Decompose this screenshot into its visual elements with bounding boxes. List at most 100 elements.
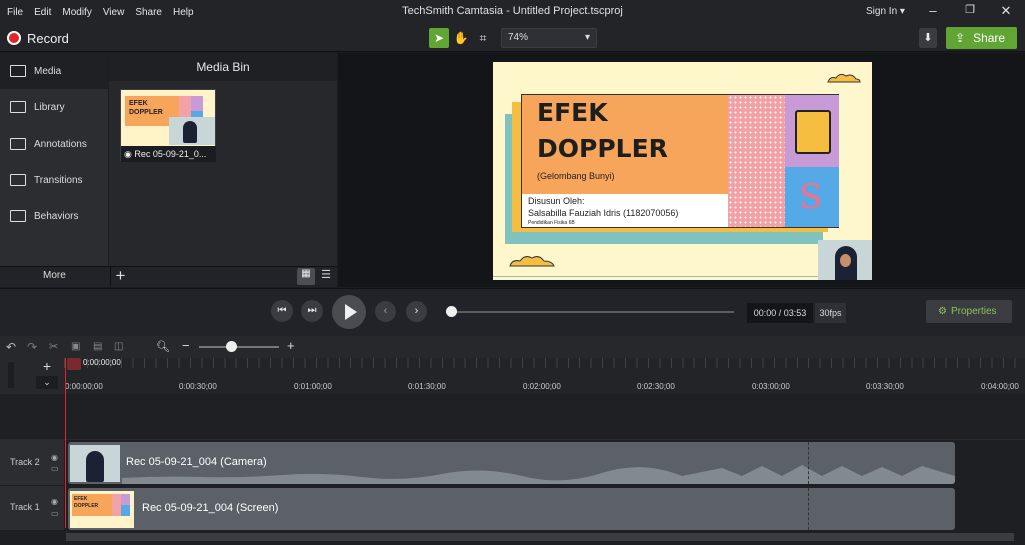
lock-icon[interactable]: ▭ <box>51 509 59 518</box>
search-icon[interactable]: 🔍︎ <box>156 340 170 353</box>
properties-label: Properties <box>950 306 997 317</box>
menu-modify[interactable]: Modify <box>62 7 91 18</box>
zoom-out-icon[interactable]: − <box>182 338 190 353</box>
sidebar-item-behaviors[interactable]: Behaviors <box>0 198 108 234</box>
scrub-handle[interactable] <box>446 306 457 317</box>
cloud-icon <box>827 73 861 83</box>
split-icon[interactable]: ◫ <box>114 341 123 352</box>
thumb-blue-panel <box>121 505 130 516</box>
grid-view-icon[interactable]: ▦ <box>297 268 315 285</box>
select-tool-icon[interactable]: ➤ <box>429 28 449 48</box>
webcam-overlay[interactable] <box>818 240 872 280</box>
zoom-slider-track[interactable] <box>199 346 279 348</box>
more-button[interactable]: More <box>43 270 66 281</box>
redo-icon[interactable]: ↷ <box>27 340 37 354</box>
zoom-select[interactable]: 74% ▾ <box>501 28 597 48</box>
play-button[interactable] <box>332 295 366 329</box>
eye-icon[interactable]: ◉ <box>51 453 58 462</box>
menu-edit[interactable]: Edit <box>34 7 51 18</box>
ruler-label: 0:03:30;00 <box>866 382 904 391</box>
empty-track <box>0 394 1025 440</box>
gear-icon: ⚙ <box>938 306 947 317</box>
chevron-down-icon[interactable]: ⌄ <box>36 376 58 389</box>
playhead-line <box>65 358 66 528</box>
chevron-down-icon: ▾ <box>899 6 905 17</box>
list-view-icon[interactable]: ☰ <box>318 268 334 285</box>
fps-display: 30fps <box>815 303 846 323</box>
ruler-label: 0:01:30;00 <box>408 382 446 391</box>
pan-tool-icon[interactable]: ✋ <box>451 28 471 48</box>
undo-icon[interactable]: ↶ <box>6 340 16 354</box>
record-icon[interactable] <box>7 31 21 45</box>
sidebar-item-label: Transitions <box>34 174 83 186</box>
clip-marker <box>808 488 809 530</box>
add-icon[interactable]: + <box>110 266 130 286</box>
share-button[interactable]: ⇪ Share <box>946 27 1017 49</box>
zoom-slider-handle[interactable] <box>226 341 237 352</box>
screen-clip[interactable]: EFEK DOPPLER Rec 05-09-21_004 (Screen) <box>68 488 955 530</box>
previous-marker-icon[interactable]: ‹ <box>375 301 396 322</box>
playhead-handle[interactable] <box>67 358 81 370</box>
close-icon[interactable]: ✕ <box>996 3 1016 21</box>
step-back-icon[interactable]: ⏮ <box>271 300 293 322</box>
timeline-scrollbar[interactable] <box>66 533 1014 541</box>
slide-bottom-line <box>493 276 872 277</box>
record-button[interactable]: Record <box>27 31 69 46</box>
signin-button[interactable]: Sign In ▾ <box>866 6 905 17</box>
media-item-label: ◉ Rec 05-09-21_0... <box>121 146 216 162</box>
sidebar-item-library[interactable]: Library <box>0 89 108 125</box>
letter-s-icon: S <box>799 177 823 217</box>
crop-tool-icon[interactable]: ⌗ <box>473 28 493 48</box>
time-display: 00:00 / 03:53 <box>747 303 813 323</box>
scrub-track[interactable] <box>450 311 734 313</box>
playhead-time: 0:00:00;00 <box>83 358 121 367</box>
ruler-label: 0:03:00;00 <box>752 382 790 391</box>
restore-icon[interactable]: ❐ <box>960 3 980 21</box>
copy-icon[interactable]: ▣ <box>71 341 80 352</box>
sidebar-item-annotations[interactable]: Annotations <box>0 126 108 162</box>
zoom-value: 74% <box>508 32 529 43</box>
menu-file[interactable]: File <box>7 7 23 18</box>
menu-view[interactable]: View <box>103 7 125 18</box>
ruler-ticks <box>64 358 1025 368</box>
person-face <box>840 254 851 267</box>
sidebar-item-media[interactable]: Media <box>0 53 108 89</box>
properties-button[interactable]: ⚙ Properties <box>926 300 1012 323</box>
behaviors-icon <box>10 210 26 222</box>
lock-icon[interactable]: ▭ <box>51 464 59 473</box>
thumb-purple-panel <box>121 494 130 505</box>
audio-waveform <box>122 465 955 484</box>
ruler-label: 0:02:30;00 <box>637 382 675 391</box>
sidebar-item-transitions[interactable]: Transitions <box>0 162 108 198</box>
canvas-slide[interactable]: EFEK DOPPLER (Gelombang Bunyi) Disusun O… <box>493 62 872 280</box>
download-icon[interactable]: ⬇ <box>919 28 937 48</box>
chevron-down-icon: ▾ <box>584 32 590 43</box>
slide-subtitle: (Gelombang Bunyi) <box>537 171 615 181</box>
sidebar-item-label: Behaviors <box>34 210 79 222</box>
eye-icon[interactable]: ◉ <box>51 497 58 506</box>
menu-share[interactable]: Share <box>135 7 162 18</box>
slide-department: Pendidikan Fisika 6B <box>528 220 575 226</box>
add-track-icon[interactable]: + <box>36 358 58 374</box>
clip-marker <box>808 442 809 484</box>
thumb-title2: DOPPLER <box>74 503 99 509</box>
track-height-slider[interactable] <box>8 362 14 388</box>
slide-pink-panel <box>728 95 785 227</box>
media-bin-title: Media Bin <box>109 53 337 81</box>
timeline-toolbar <box>0 336 1025 358</box>
menu-help[interactable]: Help <box>173 7 194 18</box>
thumb-title1: EFEK <box>129 100 148 107</box>
next-marker-icon[interactable]: › <box>406 301 427 322</box>
person-silhouette <box>86 451 104 482</box>
camera-clip[interactable]: Rec 05-09-21_004 (Camera) <box>68 442 955 484</box>
ruler-label: 0:04:00;00 <box>981 382 1019 391</box>
minimize-icon[interactable]: – <box>923 3 943 21</box>
paste-icon[interactable]: ▤ <box>93 341 102 352</box>
slide-title-line1: EFEK <box>537 98 608 127</box>
cut-icon[interactable]: ✂ <box>49 340 58 353</box>
step-forward-icon[interactable]: ⏭ <box>301 300 323 322</box>
thumb-person <box>183 121 197 143</box>
zoom-in-icon[interactable]: + <box>287 338 295 353</box>
thumb-title2: DOPPLER <box>129 109 163 116</box>
media-item-name: Rec 05-09-21_0... <box>134 149 207 159</box>
